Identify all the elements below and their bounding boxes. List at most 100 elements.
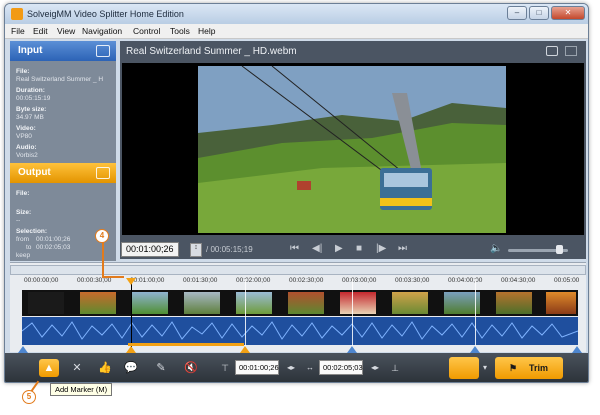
- marker-line: [245, 279, 246, 347]
- input-file-value: Real Switzerland Summer _ H: [16, 76, 104, 83]
- selection-from-label: from: [16, 236, 29, 243]
- open-folder-icon[interactable]: [96, 45, 110, 57]
- volume-knob[interactable]: [556, 245, 563, 254]
- timeline-scrollbar[interactable]: [10, 265, 586, 275]
- input-video-value: VP80: [16, 133, 32, 140]
- tick-label: 00:04:30;00: [501, 277, 536, 284]
- dropdown-chevron-icon[interactable]: ▾: [479, 359, 491, 377]
- playhead-marker[interactable]: [126, 278, 136, 285]
- thumbnail: [132, 292, 168, 314]
- callout-badge: 5: [22, 390, 36, 404]
- start-spin-icon[interactable]: ◂▸: [281, 359, 301, 377]
- callout-leader: [102, 276, 124, 278]
- stop-icon[interactable]: ■: [356, 243, 362, 254]
- flag-icon: ⚑: [509, 363, 518, 373]
- thumbnail-strip[interactable]: [22, 290, 578, 316]
- tick-label: 00:02:30;00: [289, 277, 324, 284]
- delete-marker-icon[interactable]: ✕: [67, 359, 87, 377]
- thumbnail: [496, 292, 532, 314]
- thumbnail: [546, 292, 576, 314]
- step-back-icon[interactable]: ◀|: [312, 243, 322, 254]
- selection-range-bar: [128, 343, 244, 346]
- window-title: SolveigMM Video Splitter Home Edition: [27, 9, 184, 19]
- marker-triangle[interactable]: [347, 346, 357, 353]
- total-duration: / 00:05:15;19: [206, 245, 253, 254]
- selection-end-marker[interactable]: [240, 346, 250, 353]
- set-start-icon[interactable]: ⊤: [215, 359, 235, 377]
- input-audio-value: Vorbis2: [16, 152, 38, 159]
- maximize-button[interactable]: □: [529, 6, 549, 20]
- tick-label: 00:03:30;00: [395, 277, 430, 284]
- thumbnail: [392, 292, 428, 314]
- set-end-icon[interactable]: ⊥: [385, 359, 405, 377]
- selection-mode: keep: [16, 252, 31, 259]
- current-position-line[interactable]: [131, 279, 132, 347]
- input-audio-label: Audio:: [16, 144, 37, 151]
- trim-button[interactable]: ⚑ Trim: [495, 357, 563, 379]
- keep-fragment-icon[interactable]: 👍: [95, 359, 115, 377]
- menu-tools[interactable]: Tools: [170, 26, 190, 36]
- output-size-value: --: [16, 217, 21, 224]
- selection-end-field[interactable]: 00:02:05;03: [319, 360, 363, 375]
- step-forward-icon[interactable]: |▶: [376, 243, 386, 254]
- range-arrow-icon: ↔: [306, 363, 314, 372]
- menu-bar: File Edit View Navigation Control Tools …: [5, 24, 588, 39]
- input-section-header: Input: [10, 41, 116, 61]
- volume-icon[interactable]: 🔈: [490, 243, 502, 254]
- input-duration-value: 00:05:15:19: [16, 95, 51, 102]
- callout-leader: [102, 241, 104, 277]
- selection-from-value: 00:01:00;26: [36, 236, 71, 243]
- thumbnail: [184, 292, 220, 314]
- info-panel: Input File: Real Switzerland Summer _ H …: [10, 41, 116, 261]
- marker-triangle[interactable]: [470, 346, 480, 353]
- delete-icon[interactable]: [565, 46, 577, 56]
- tick-label: 00:02:00;00: [236, 277, 271, 284]
- marker-triangle[interactable]: [572, 346, 582, 353]
- next-marker-icon[interactable]: ⏭: [398, 243, 407, 254]
- marker-triangle[interactable]: [18, 346, 28, 353]
- comment-icon[interactable]: 💬: [121, 359, 141, 377]
- snapshot-camera-icon[interactable]: [546, 46, 558, 56]
- menu-edit[interactable]: Edit: [33, 26, 48, 36]
- tooltip: Add Marker (M): [50, 383, 113, 396]
- tick-label: 00:00:00;00: [24, 277, 59, 284]
- video-file-title: Real Switzerland Summer _ HD.webm: [126, 46, 297, 57]
- thumbnail: [80, 292, 116, 314]
- app-window: SolveigMM Video Splitter Home Edition – …: [4, 3, 589, 383]
- thumbnail: [340, 292, 376, 314]
- title-bar: SolveigMM Video Splitter Home Edition – …: [5, 4, 588, 24]
- menu-file[interactable]: File: [11, 26, 25, 36]
- mute-icon[interactable]: 🔇: [181, 359, 201, 377]
- input-duration-label: Duration:: [16, 87, 45, 94]
- previous-marker-icon[interactable]: ⏮: [290, 243, 299, 254]
- tick-label: 00:03:00;00: [342, 277, 377, 284]
- output-section-header: Output: [10, 163, 116, 183]
- selection-start-field[interactable]: 00:01:00;26: [235, 360, 279, 375]
- end-spin-icon[interactable]: ◂▸: [365, 359, 385, 377]
- tick-label: 00:05:00: [554, 277, 580, 284]
- minimize-button[interactable]: –: [507, 6, 527, 20]
- input-video-label: Video:: [16, 125, 36, 132]
- save-icon[interactable]: [96, 167, 110, 179]
- filmstrip-mode-icon[interactable]: [449, 357, 479, 379]
- video-preview[interactable]: [122, 63, 584, 235]
- time-spin-icon[interactable]: ↕: [190, 243, 202, 257]
- selection-start-marker[interactable]: [126, 346, 136, 353]
- callout-badge: 4: [95, 229, 109, 243]
- menu-control[interactable]: Control: [133, 26, 160, 36]
- close-button[interactable]: ✕: [551, 6, 585, 20]
- menu-help[interactable]: Help: [198, 26, 215, 36]
- output-file-label: File:: [16, 190, 30, 197]
- input-bytesize-value: 34.97 MB: [16, 114, 44, 121]
- output-size-label: Size:: [16, 209, 32, 216]
- add-marker-button[interactable]: ▲: [39, 359, 59, 377]
- current-time-field[interactable]: 00:01:00;26: [121, 242, 179, 257]
- play-icon[interactable]: ▶: [335, 243, 343, 254]
- menu-navigation[interactable]: Navigation: [82, 26, 122, 36]
- menu-view[interactable]: View: [57, 26, 75, 36]
- edit-fragment-icon[interactable]: ✎: [151, 359, 171, 377]
- thumbnail: [288, 292, 324, 314]
- editing-toolbar: ▲ ✕ 👍 💬 ✎ 🔇 ⊤ 00:01:00;26 ◂▸ ↔ 00:02:05;…: [5, 353, 588, 382]
- thumbnail: [236, 292, 272, 314]
- audio-waveform[interactable]: [22, 317, 578, 345]
